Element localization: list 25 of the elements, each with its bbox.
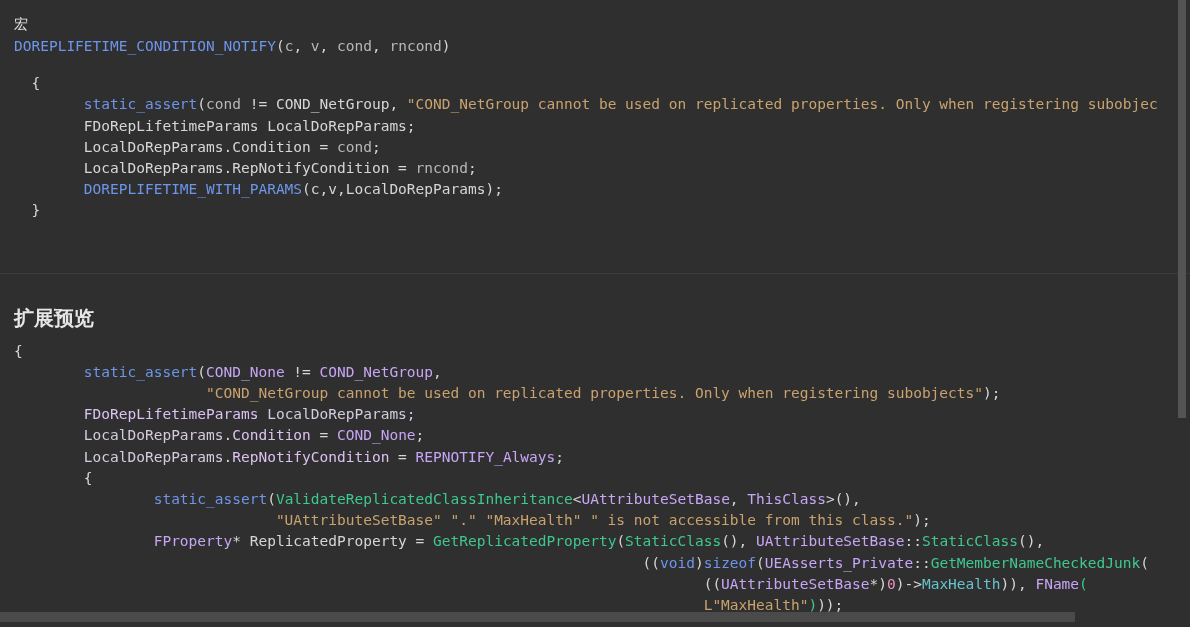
code-line: "COND_NetGroup cannot be used on replicated properties. Only when registering subobjects"); [205,384,1001,404]
code-line: DOREPLIFETIME_WITH_PARAMS(c,v,LocalDoRepParams); [82,180,503,200]
code-line: L"MaxHealth"))); [702,596,844,616]
code-line: DOREPLIFETIME_CONDITION_NOTIFY(c, v, cond, rncond) [14,37,451,57]
code-line: { [30,74,41,94]
code-line: { [82,468,93,488]
vertical-scrollbar[interactable] [1178,0,1186,418]
section-heading: 宏 [14,15,28,34]
section-heading: 扩展预览 [14,304,94,332]
code-line: } [30,201,41,221]
code-line: "UAttributeSetBase" "." "MaxHealth" " is not accessible from this class."); [274,511,931,531]
code-line: ((void)sizeof(UEAsserts_Private::GetMemberNameCheckedJunk( [641,553,1149,574]
horizontal-scrollbar[interactable] [0,612,1075,622]
code-line: LocalDoRepParams.Condition = cond; [82,137,381,157]
code-line: FProperty* ReplicatedProperty = GetReplicatedProperty(StaticClass(), UAttributeSetBase::StaticClass(), [152,532,1045,552]
code-line: FDoRepLifetimeParams LocalDoRepParams; [82,116,416,136]
code-line: FDoRepLifetimeParams LocalDoRepParams; [82,405,416,425]
code-line: { [14,341,23,361]
code-line: static_assert(cond != COND_NetGroup, "COND_NetGroup cannot be used on replicated properties. Only when registering subobjec [82,95,1158,115]
code-line: static_assert(COND_None != COND_NetGroup, [82,362,442,383]
code-line: LocalDoRepParams.RepNotifyCondition = rncond; [82,159,477,178]
code-line: LocalDoRepParams.RepNotifyCondition = REPNOTIFY_Always; [82,447,564,468]
code-line: ((UAttributeSetBase*)0)->MaxHealth)), FName( [702,574,1088,594]
code-line: static_assert(ValidateReplicatedClassInheritance<UAttributeSetBase, ThisClass>(), [152,490,861,510]
code-line: LocalDoRepParams.Condition = COND_None; [82,426,425,446]
